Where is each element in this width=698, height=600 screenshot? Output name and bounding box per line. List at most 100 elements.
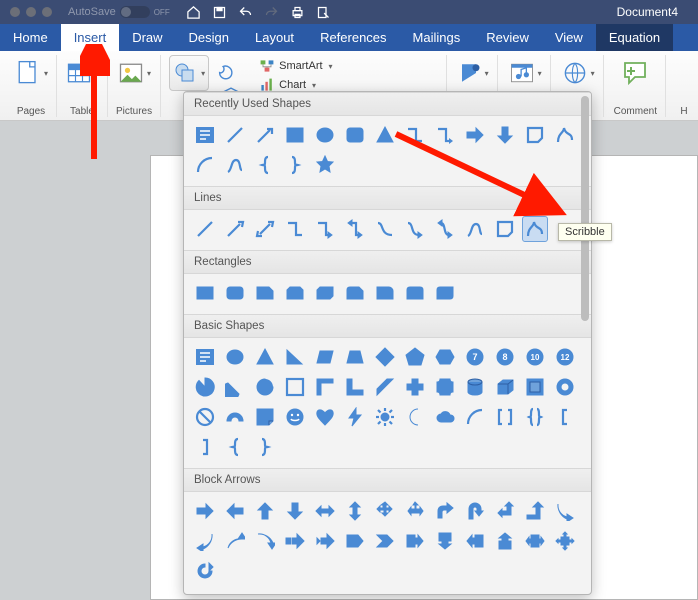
zoom-window-icon[interactable] xyxy=(42,7,52,17)
shape-left-brace[interactable] xyxy=(222,434,248,460)
shape-triangle[interactable] xyxy=(372,122,398,148)
shape-cross[interactable] xyxy=(402,374,428,400)
shape-pie[interactable] xyxy=(192,374,218,400)
shape-rect-snip2diag[interactable] xyxy=(312,280,338,306)
print-icon[interactable] xyxy=(290,5,305,20)
shape-curved-left-arrow[interactable] xyxy=(192,528,218,554)
shape-dodecagon[interactable]: 12 xyxy=(552,344,578,370)
shape-double-brace[interactable] xyxy=(522,404,548,430)
shape-parallelogram[interactable] xyxy=(312,344,338,370)
shape-left-brace-recent[interactable] xyxy=(252,152,278,178)
shape-rect-snip2same[interactable] xyxy=(282,280,308,306)
shape-donut[interactable] xyxy=(552,374,578,400)
shape-oval-2[interactable] xyxy=(222,344,248,370)
ribbon-group-pages[interactable]: ▾ Pages xyxy=(6,55,57,117)
shape-chevron[interactable] xyxy=(372,528,398,554)
panel-scrollbar[interactable] xyxy=(581,96,589,590)
shape-rect-rounded[interactable] xyxy=(222,280,248,306)
shape-octagon[interactable]: 8 xyxy=(492,344,518,370)
shape-line-double-arrow[interactable] xyxy=(252,216,278,242)
shape-trapezoid[interactable] xyxy=(342,344,368,370)
shape-plaque[interactable] xyxy=(432,374,458,400)
shape-left-right-arrow-callout[interactable] xyxy=(522,528,548,554)
shape-hexagon[interactable] xyxy=(432,344,458,370)
tab-design[interactable]: Design xyxy=(176,24,242,51)
shape-notched-right-arrow[interactable] xyxy=(312,528,338,554)
shape-bevel[interactable] xyxy=(522,374,548,400)
shape-right-arrow-callout[interactable] xyxy=(402,528,428,554)
shape-block-up-arrow[interactable] xyxy=(252,498,278,524)
shape-line-2[interactable] xyxy=(192,216,218,242)
shape-diagonal-stripe[interactable] xyxy=(372,374,398,400)
shape-quad-arrow-callout[interactable] xyxy=(552,528,578,554)
scrollbar-thumb[interactable] xyxy=(581,96,589,321)
shape-decagon[interactable]: 10 xyxy=(522,344,548,370)
shape-block-arc[interactable] xyxy=(222,404,248,430)
shape-frame[interactable] xyxy=(282,374,308,400)
shape-teardrop[interactable] xyxy=(252,374,278,400)
shape-block-left-right-up-arrow[interactable] xyxy=(402,498,428,524)
shape-block-left-arrow[interactable] xyxy=(222,498,248,524)
shape-elbow-connector[interactable] xyxy=(402,122,428,148)
shape-rect-round2same[interactable] xyxy=(402,280,428,306)
shape-elbow-arrow[interactable] xyxy=(312,216,338,242)
shape-curved-double-arrow-connector[interactable] xyxy=(432,216,458,242)
shape-rect-snipround[interactable] xyxy=(342,280,368,306)
tab-review[interactable]: Review xyxy=(473,24,542,51)
shape-block-uturn-arrow[interactable] xyxy=(462,498,488,524)
shape-heptagon[interactable]: 7 xyxy=(462,344,488,370)
shape-rect-1[interactable] xyxy=(192,280,218,306)
shape-star-recent[interactable] xyxy=(312,152,338,178)
shape-text-box-2[interactable] xyxy=(192,344,218,370)
shape-curved-right-arrow[interactable] xyxy=(552,498,578,524)
shape-circular-arrow[interactable] xyxy=(192,558,218,584)
window-controls[interactable] xyxy=(0,7,62,17)
shape-arc-2[interactable] xyxy=(462,404,488,430)
shape-diamond[interactable] xyxy=(372,344,398,370)
shape-block-left-up-arrow[interactable] xyxy=(492,498,518,524)
shapes-button[interactable]: ▾ xyxy=(169,55,209,91)
shape-line[interactable] xyxy=(222,122,248,148)
shape-curved-arrow-connector[interactable] xyxy=(402,216,428,242)
shape-block-bent-up-arrow[interactable] xyxy=(522,498,548,524)
redo-icon[interactable] xyxy=(264,5,279,20)
shape-right-brace-recent[interactable] xyxy=(282,152,308,178)
shape-rectangle[interactable] xyxy=(282,122,308,148)
tab-insert[interactable]: Insert xyxy=(61,24,120,51)
shape-block-quad-arrow[interactable] xyxy=(372,498,398,524)
undo-icon[interactable] xyxy=(238,5,253,20)
shape-half-frame[interactable] xyxy=(312,374,338,400)
shape-rounded-rectangle[interactable] xyxy=(342,122,368,148)
shape-rect-round2diag[interactable] xyxy=(432,280,458,306)
preview-icon[interactable] xyxy=(316,5,331,20)
close-window-icon[interactable] xyxy=(10,7,20,17)
icons-icon[interactable] xyxy=(217,59,245,81)
shape-left-bracket[interactable] xyxy=(552,404,578,430)
shape-flowchart-offpage[interactable] xyxy=(522,122,548,148)
ribbon-group-table[interactable]: ▾ Table xyxy=(57,55,108,117)
shape-l-shape[interactable] xyxy=(342,374,368,400)
shape-block-left-right-arrow[interactable] xyxy=(312,498,338,524)
shape-curved-connector[interactable] xyxy=(372,216,398,242)
ribbon-group-pictures[interactable]: ▾ Pictures xyxy=(108,55,161,117)
shape-right-triangle[interactable] xyxy=(282,344,308,370)
shape-curved-up-arrow[interactable] xyxy=(222,528,248,554)
autosave-switch-icon[interactable] xyxy=(120,6,150,18)
shape-scribble[interactable] xyxy=(522,216,548,242)
shape-folded-corner[interactable] xyxy=(252,404,278,430)
ribbon-group-comment[interactable]: Comment xyxy=(606,55,666,117)
shape-block-bent-arrow[interactable] xyxy=(432,498,458,524)
shape-elbow[interactable] xyxy=(282,216,308,242)
shape-rect-snip1[interactable] xyxy=(252,280,278,306)
tab-view[interactable]: View xyxy=(542,24,596,51)
shape-pentagon[interactable] xyxy=(402,344,428,370)
shape-rect-round1[interactable] xyxy=(372,280,398,306)
tab-equation[interactable]: Equation xyxy=(596,24,673,51)
tab-mailings[interactable]: Mailings xyxy=(400,24,474,51)
shape-striped-right-arrow[interactable] xyxy=(282,528,308,554)
ribbon-group-header-partial[interactable]: H xyxy=(668,55,692,117)
shape-line-arrow-2[interactable] xyxy=(222,216,248,242)
shape-curve-recent[interactable] xyxy=(222,152,248,178)
shape-freeform[interactable] xyxy=(492,216,518,242)
shape-block-up-down-arrow[interactable] xyxy=(342,498,368,524)
